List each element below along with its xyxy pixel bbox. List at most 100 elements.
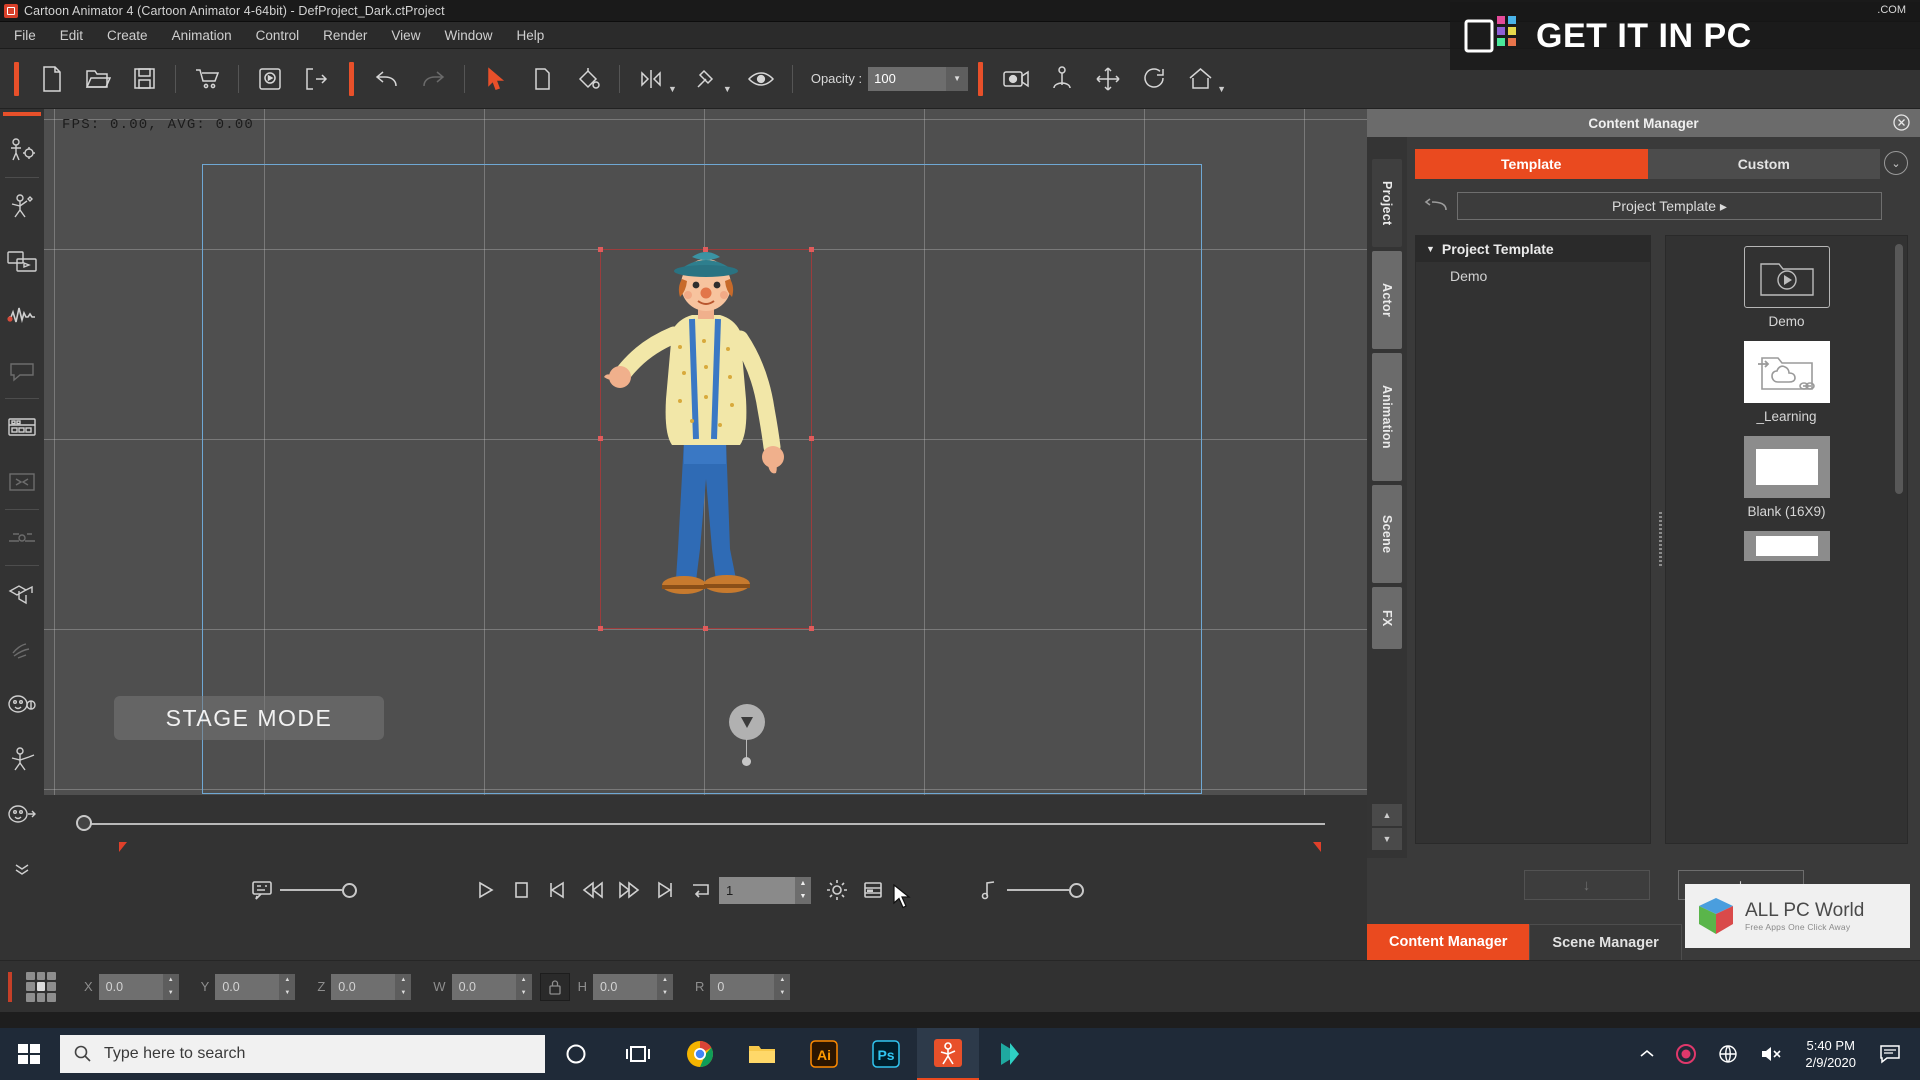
- last-frame-button[interactable]: [647, 872, 683, 908]
- expand-more-icon[interactable]: [0, 841, 44, 896]
- stepper-r[interactable]: ▲ ▼: [774, 973, 791, 1000]
- start-button[interactable]: [0, 1028, 58, 1080]
- play-button[interactable]: [467, 872, 503, 908]
- audio-note-icon[interactable]: [971, 872, 1007, 908]
- tab-scene[interactable]: Scene: [1372, 485, 1402, 583]
- tree-root-item[interactable]: ▼ Project Template: [1416, 236, 1650, 262]
- resize-handle-ml[interactable]: [598, 436, 603, 441]
- opacity-dropdown-caret-icon[interactable]: ▼: [946, 66, 969, 91]
- transform-tool-icon[interactable]: [519, 56, 565, 102]
- face-key-icon[interactable]: [0, 676, 44, 731]
- stage-viewport[interactable]: FPS: 0.00, AVG: 0.00 STAGE MODE: [44, 109, 1367, 795]
- speech-bubble-icon[interactable]: [0, 343, 44, 398]
- timeline-scrub-track[interactable]: [84, 823, 1325, 825]
- resize-handle-tr[interactable]: [809, 247, 814, 252]
- frame-stepper-down[interactable]: ▼: [795, 890, 811, 904]
- open-project-icon[interactable]: [75, 56, 121, 102]
- tab-scroll-down-icon[interactable]: ▼: [1372, 828, 1402, 850]
- photoshop-icon[interactable]: Ps: [855, 1028, 917, 1080]
- thumbnail-scrollbar[interactable]: [1895, 244, 1903, 494]
- search-box[interactable]: Type here to search: [60, 1035, 545, 1073]
- next-frame-button[interactable]: [611, 872, 647, 908]
- stop-button[interactable]: [503, 872, 539, 908]
- tree-child-item[interactable]: Demo: [1416, 262, 1650, 284]
- stepper-h[interactable]: ▲ ▼: [656, 973, 673, 1000]
- taskbar-clock[interactable]: 5:40 PM 2/9/2020: [1793, 1037, 1868, 1071]
- menu-view[interactable]: View: [379, 24, 432, 47]
- loop-button[interactable]: [683, 872, 719, 908]
- menu-render[interactable]: Render: [311, 24, 379, 47]
- subtitle-slider-track[interactable]: [280, 889, 342, 891]
- volume-muted-icon[interactable]: [1749, 1045, 1793, 1063]
- back-icon[interactable]: [1415, 193, 1457, 219]
- menu-create[interactable]: Create: [95, 24, 160, 47]
- rotate-icon[interactable]: [1131, 56, 1177, 102]
- sprite-editor-icon[interactable]: [0, 399, 44, 454]
- redo-icon[interactable]: [410, 56, 456, 102]
- select-tool-icon[interactable]: [473, 56, 519, 102]
- download-button[interactable]: ↓: [1523, 870, 1650, 900]
- transform-field-x[interactable]: 0.0 ▲ ▼: [98, 973, 179, 1000]
- illustrator-icon[interactable]: Ai: [793, 1028, 855, 1080]
- previous-frame-button[interactable]: [575, 872, 611, 908]
- head-turn-icon[interactable]: [0, 786, 44, 841]
- menu-edit[interactable]: Edit: [48, 24, 95, 47]
- tab-content-manager[interactable]: Content Manager: [1367, 924, 1530, 960]
- link-dropdown-caret-icon[interactable]: ▼: [723, 84, 732, 94]
- resize-handle-bc[interactable]: [703, 626, 708, 631]
- preview-render-icon[interactable]: [247, 56, 293, 102]
- visibility-eye-icon[interactable]: [738, 56, 784, 102]
- transform-field-y[interactable]: 0.0 ▲ ▼: [215, 973, 296, 1000]
- range-marker-start[interactable]: [119, 842, 127, 852]
- stepper-y[interactable]: ▲ ▼: [279, 973, 296, 1000]
- render-settings-button[interactable]: [819, 872, 855, 908]
- motion-path-icon[interactable]: [0, 510, 44, 565]
- stepper-w[interactable]: ▲ ▼: [515, 973, 532, 1000]
- transform-field-r[interactable]: 0 ▲ ▼: [710, 973, 791, 1000]
- audio-slider-track[interactable]: [1007, 889, 1069, 891]
- chrome-icon[interactable]: [669, 1028, 731, 1080]
- network-icon[interactable]: [1707, 1044, 1749, 1064]
- flip-icon[interactable]: [628, 56, 674, 102]
- thumbnail-blank-16x9[interactable]: Blank (16X9): [1743, 436, 1830, 519]
- close-icon[interactable]: [1893, 114, 1910, 131]
- range-marker-end[interactable]: [1313, 842, 1321, 852]
- timeline-playhead[interactable]: [76, 815, 92, 831]
- frame-stepper-up[interactable]: ▲: [795, 877, 811, 891]
- body-puppet-icon[interactable]: [0, 731, 44, 786]
- new-project-icon[interactable]: [29, 56, 75, 102]
- breadcrumb[interactable]: Project Template ▸: [1457, 192, 1882, 220]
- cartoon-animator-icon[interactable]: [917, 1028, 979, 1080]
- home-dropdown-caret-icon[interactable]: ▼: [1217, 84, 1226, 94]
- export-icon[interactable]: [293, 56, 339, 102]
- anchor-point-selector[interactable]: [26, 971, 56, 1002]
- transform-field-h[interactable]: 0.0 ▲ ▼: [592, 973, 673, 1000]
- camera-tool-icon[interactable]: [0, 566, 44, 621]
- menu-animation[interactable]: Animation: [160, 24, 244, 47]
- tab-actor[interactable]: Actor: [1372, 251, 1402, 349]
- resize-handle-bl[interactable]: [598, 626, 603, 631]
- audio-waveform-icon[interactable]: [0, 288, 44, 343]
- current-frame-field[interactable]: 1 ▲ ▼: [719, 876, 811, 904]
- media-player-icon[interactable]: [979, 1028, 1041, 1080]
- bone-icon[interactable]: [1039, 56, 1085, 102]
- opacity-control[interactable]: ▼: [868, 66, 969, 91]
- transform-field-z[interactable]: 0.0 ▲ ▼: [331, 973, 412, 1000]
- tab-fx[interactable]: FX: [1372, 587, 1402, 649]
- marketplace-cart-icon[interactable]: [184, 56, 230, 102]
- fill-color-icon[interactable]: [565, 56, 611, 102]
- thumbnail-next-partial[interactable]: [1743, 531, 1830, 561]
- task-view-icon[interactable]: [607, 1028, 669, 1080]
- move-icon[interactable]: [1085, 56, 1131, 102]
- aspect-lock-icon[interactable]: [539, 972, 570, 1001]
- thumbnail-learning[interactable]: _Learning: [1743, 341, 1830, 424]
- tab-project[interactable]: Project: [1372, 159, 1402, 247]
- menu-control[interactable]: Control: [244, 24, 312, 47]
- motion-puppet-icon[interactable]: [0, 178, 44, 233]
- flip-dropdown-caret-icon[interactable]: ▼: [668, 84, 677, 94]
- resize-handle-mr[interactable]: [809, 436, 814, 441]
- tree-expand-icon[interactable]: ▼: [1426, 244, 1435, 254]
- resize-handle-tl[interactable]: [598, 247, 603, 252]
- menu-window[interactable]: Window: [432, 24, 504, 47]
- resize-handle-br[interactable]: [809, 626, 814, 631]
